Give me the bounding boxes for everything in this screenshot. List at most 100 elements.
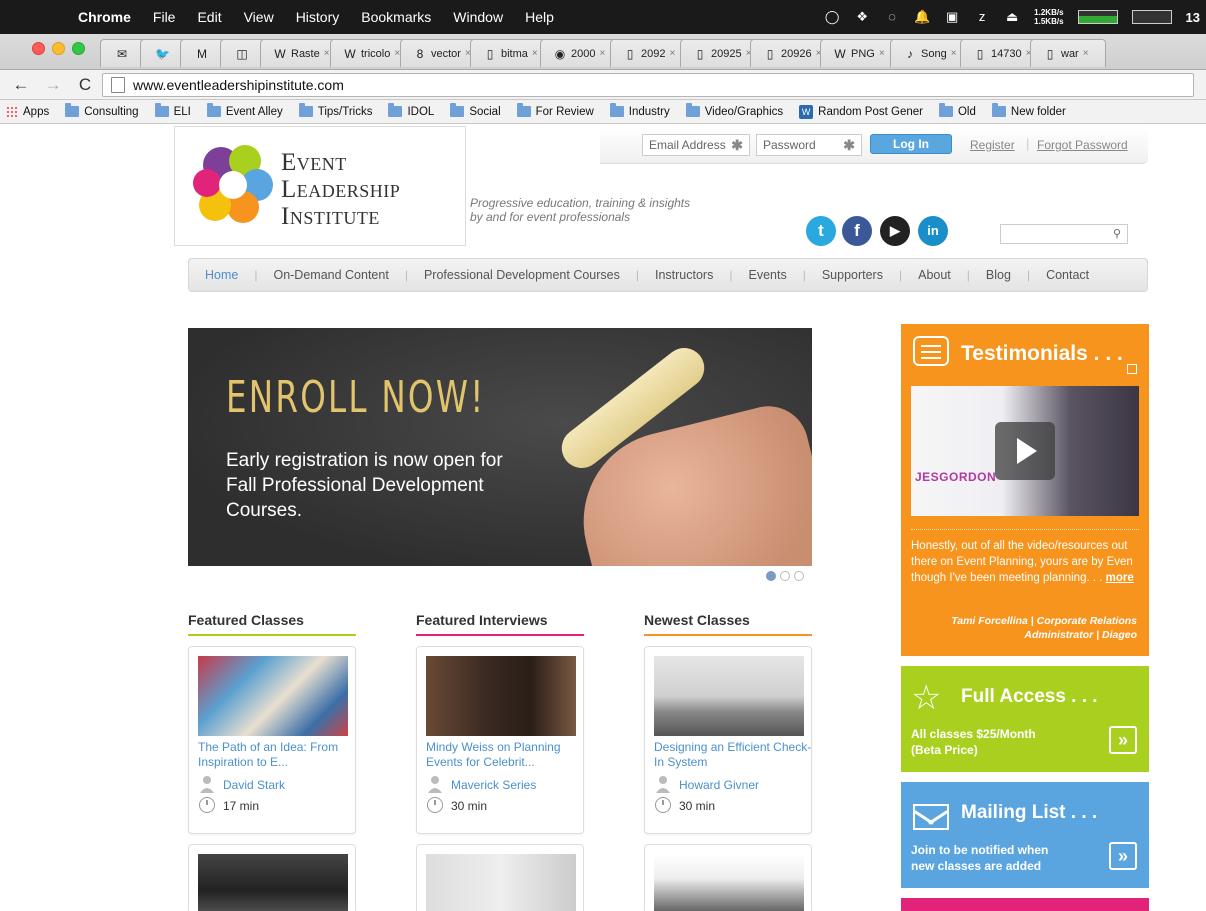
nav-item-professional-development-courses[interactable]: Professional Development Courses: [408, 268, 636, 282]
class-thumbnail[interactable]: [426, 656, 576, 736]
menu-app-name[interactable]: Chrome: [78, 9, 131, 25]
class-thumbnail[interactable]: [654, 656, 804, 736]
browser-tab[interactable]: 8 vector ×: [400, 39, 476, 67]
browser-tab[interactable]: ♪ Song ×: [890, 39, 966, 67]
class-title[interactable]: The Path of an Idea: From Inspiration to…: [198, 740, 356, 770]
youtube-icon[interactable]: ▶: [880, 216, 910, 246]
clock-text[interactable]: 13: [1186, 10, 1200, 25]
nav-item-contact[interactable]: Contact: [1030, 268, 1105, 282]
class-card[interactable]: Designing an Efficient Check-In System Ho…: [644, 646, 812, 834]
bookmark-item[interactable]: Video/Graphics: [685, 103, 783, 118]
nav-item-about[interactable]: About: [902, 268, 967, 282]
nav-item-blog[interactable]: Blog: [970, 268, 1027, 282]
search-icon[interactable]: ⚲: [1113, 227, 1121, 240]
twitter-icon[interactable]: t: [806, 216, 836, 246]
mailing-list-box[interactable]: Mailing List . . . Join to be notified w…: [901, 782, 1149, 888]
browser-tab[interactable]: ▯ 2092 ×: [610, 39, 686, 67]
facebook-icon[interactable]: f: [842, 216, 872, 246]
nav-item-on-demand-content[interactable]: On-Demand Content: [257, 268, 404, 282]
bookmark-item[interactable]: Industry: [609, 103, 670, 118]
forward-icon[interactable]: →: [42, 75, 64, 95]
bookmark-item[interactable]: Tips/Tricks: [298, 103, 372, 118]
browser-tab[interactable]: ▯ 20926 ×: [750, 39, 826, 67]
more-link[interactable]: more: [1106, 572, 1134, 584]
class-card[interactable]: Mindy Weiss on Planning Events for Celeb…: [416, 646, 584, 834]
reload-icon[interactable]: C: [74, 75, 96, 95]
slider-dot-3[interactable]: [794, 571, 804, 581]
browser-tab[interactable]: ◉ 2000 ×: [540, 39, 616, 67]
class-card[interactable]: [644, 844, 812, 911]
nav-item-supporters[interactable]: Supporters: [806, 268, 899, 282]
forgot-password-link[interactable]: Forgot Password: [1037, 138, 1128, 152]
mailing-list-arrow-icon[interactable]: »: [1109, 842, 1137, 870]
login-button[interactable]: Log In: [870, 134, 952, 154]
password-field[interactable]: Password ✱: [756, 134, 862, 156]
nav-item-events[interactable]: Events: [732, 268, 802, 282]
zoom-window-button[interactable]: [72, 42, 85, 55]
play-icon[interactable]: [995, 422, 1055, 480]
browser-tab[interactable]: W Raste ×: [260, 39, 336, 67]
bookmark-item[interactable]: Event Alley: [206, 103, 283, 118]
class-card[interactable]: [416, 844, 584, 911]
class-thumbnail[interactable]: [198, 656, 348, 736]
cloud-icon[interactable]: ◯: [824, 9, 840, 25]
tab-close-icon[interactable]: ×: [532, 48, 538, 59]
slider-dot-1[interactable]: [766, 571, 776, 581]
menu-history[interactable]: History: [296, 9, 340, 25]
class-title[interactable]: Designing an Efficient Check-In System: [654, 740, 812, 770]
minimize-window-button[interactable]: [52, 42, 65, 55]
menu-help[interactable]: Help: [525, 9, 554, 25]
eject-icon[interactable]: ⏏: [1004, 9, 1020, 25]
class-card[interactable]: The Path of an Idea: From Inspiration to…: [188, 646, 356, 834]
menu-bookmarks[interactable]: Bookmarks: [361, 9, 431, 25]
class-card[interactable]: [188, 844, 356, 911]
email-field[interactable]: Email Address ✱: [642, 134, 750, 156]
tab-close-icon[interactable]: ×: [1083, 48, 1089, 59]
menu-view[interactable]: View: [244, 9, 274, 25]
address-bar[interactable]: www.eventleadershipinstitute.com: [102, 72, 1194, 97]
browser-tab[interactable]: ▯ 14730 ×: [960, 39, 1036, 67]
menu-edit[interactable]: Edit: [197, 9, 221, 25]
class-thumbnail[interactable]: [198, 854, 348, 911]
bookmark-item[interactable]: ELI: [154, 103, 191, 118]
site-search-input[interactable]: ⚲: [1000, 224, 1128, 244]
sync-icon[interactable]: ◌: [884, 9, 900, 25]
bookmark-item[interactable]: Social: [450, 103, 501, 118]
class-title[interactable]: Mindy Weiss on Planning Events for Celeb…: [426, 740, 584, 770]
hero-slider[interactable]: ENROLL NOW! Early registration is now op…: [188, 328, 812, 566]
close-window-button[interactable]: [32, 42, 45, 55]
linkedin-icon[interactable]: in: [918, 216, 948, 246]
url-text[interactable]: www.eventleadershipinstitute.com: [133, 77, 344, 93]
expand-icon[interactable]: [1127, 364, 1137, 374]
tab-close-icon[interactable]: ×: [879, 48, 885, 59]
browser-tab[interactable]: ▯ 20925 ×: [680, 39, 756, 67]
bell-icon[interactable]: 🔔: [914, 9, 930, 25]
bookmark-item[interactable]: For Review: [516, 103, 594, 118]
site-logo[interactable]: Event Leadership Institute: [174, 126, 466, 246]
class-author[interactable]: Howard Givner: [679, 778, 759, 792]
browser-tab[interactable]: Wtricolo ×: [330, 39, 406, 67]
class-author[interactable]: David Stark: [223, 778, 285, 792]
tab-close-icon[interactable]: ×: [599, 48, 605, 59]
register-link[interactable]: Register: [970, 138, 1015, 152]
nav-item-home[interactable]: Home: [189, 268, 254, 282]
class-thumbnail[interactable]: [426, 854, 576, 911]
bookmark-item[interactable]: Apps: [0, 105, 49, 118]
dropbox-icon[interactable]: ❖: [854, 9, 870, 25]
browser-tab[interactable]: W PNG ×: [820, 39, 896, 67]
pink-box[interactable]: [901, 898, 1149, 911]
tab-close-icon[interactable]: ×: [669, 48, 675, 59]
browser-tab[interactable]: ▯ war ×: [1030, 39, 1106, 67]
bookmark-item[interactable]: New folder: [991, 103, 1066, 118]
bookmark-item[interactable]: IDOL: [388, 103, 434, 118]
display-icon[interactable]: ▣: [944, 9, 960, 25]
tab-close-icon[interactable]: ×: [324, 48, 330, 59]
tab-close-icon[interactable]: ×: [951, 48, 957, 59]
menu-window[interactable]: Window: [453, 9, 503, 25]
sleep-icon[interactable]: z: [974, 9, 990, 25]
bookmark-item[interactable]: W Random Post Gener: [799, 104, 923, 119]
slider-dot-2[interactable]: [780, 571, 790, 581]
testimonial-video[interactable]: JESGORDON: [911, 386, 1139, 516]
bookmark-item[interactable]: Old: [938, 103, 976, 118]
browser-tab[interactable]: ▯ bitma ×: [470, 39, 546, 67]
